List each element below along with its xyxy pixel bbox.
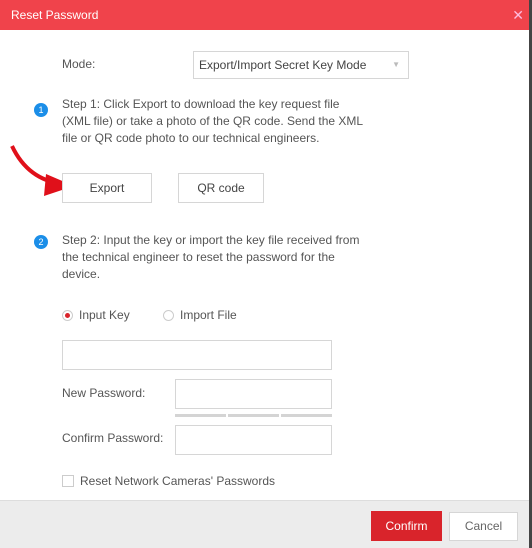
qr-code-button[interactable]: QR code [178, 173, 264, 203]
reset-cameras-label: Reset Network Cameras' Passwords [80, 474, 276, 488]
radio-input-key-label: Input Key [79, 308, 130, 322]
dialog-title-bar: Reset Password [0, 0, 529, 30]
radio-selected-icon [62, 309, 73, 321]
radio-unselected-icon [163, 309, 174, 321]
step2-text: Step 2: Input the key or import the key … [62, 233, 360, 281]
cancel-button[interactable]: Cancel [449, 512, 518, 541]
confirm-password-label: Confirm Password: [62, 431, 164, 445]
password-strength-meter [175, 414, 332, 417]
confirm-button[interactable]: Confirm [371, 511, 442, 541]
checkbox-icon [62, 475, 74, 487]
chevron-down-icon: ▼ [392, 60, 400, 69]
confirm-password-input[interactable] [175, 425, 332, 455]
radio-import-file-label: Import File [180, 308, 237, 322]
radio-import-file[interactable]: Import File [163, 308, 237, 322]
step1-text: Step 1: Click Export to download the key… [62, 97, 363, 145]
close-icon[interactable]: ✕ [512, 0, 524, 30]
export-button[interactable]: Export [62, 173, 152, 203]
new-password-label: New Password: [62, 386, 146, 400]
dialog-title: Reset Password [11, 8, 99, 22]
key-input[interactable] [62, 340, 332, 370]
radio-input-key[interactable]: Input Key [62, 308, 130, 322]
mode-select[interactable]: Export/Import Secret Key Mode ▼ [193, 51, 409, 79]
mode-label: Mode: [62, 57, 96, 71]
step2-badge: 2 [34, 235, 48, 249]
step1-badge: 1 [34, 103, 48, 117]
reset-cameras-checkbox[interactable]: Reset Network Cameras' Passwords [62, 474, 275, 488]
new-password-input[interactable] [175, 379, 332, 409]
mode-value: Export/Import Secret Key Mode [199, 58, 367, 72]
